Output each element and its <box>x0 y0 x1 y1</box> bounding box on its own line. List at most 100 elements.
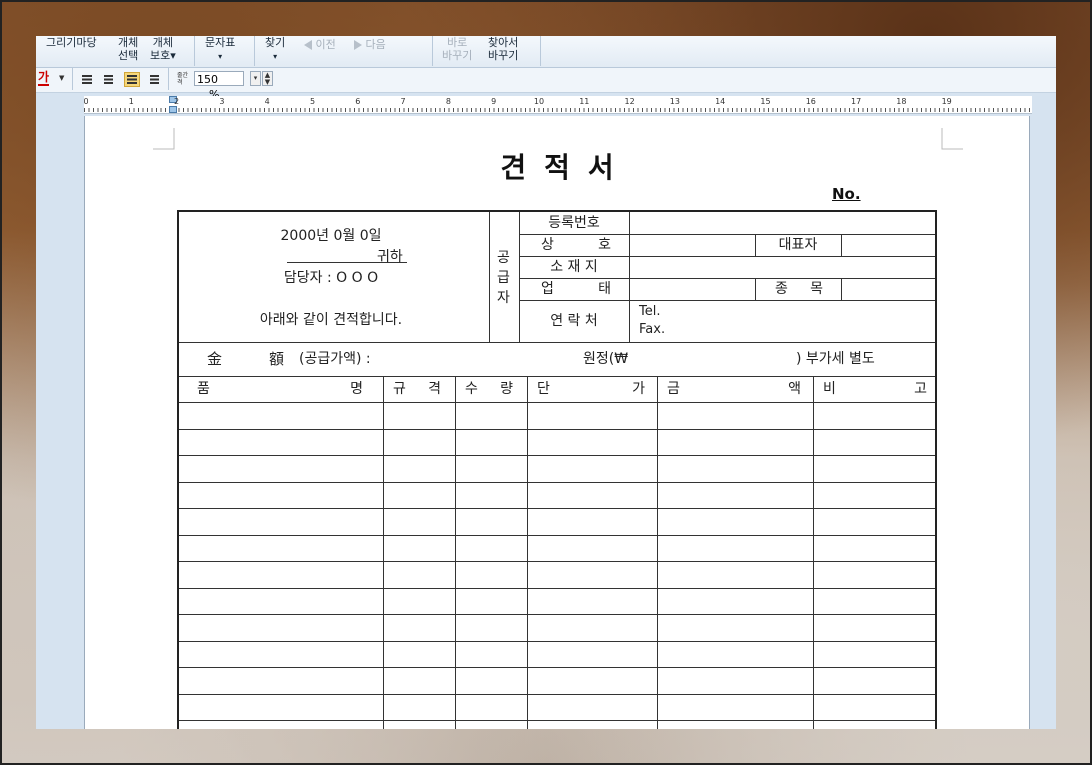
ceo-label: 대표자 <box>778 237 818 253</box>
table-divider <box>755 234 756 256</box>
label-char: 목 <box>810 281 823 297</box>
find-label: 찾기 <box>265 36 286 49</box>
column-header-item-name: 품 명 <box>197 381 363 397</box>
label-char: 단 <box>537 381 550 397</box>
find-next-button[interactable]: 다음 <box>354 39 386 50</box>
find-replace-line2: 바꾸기 <box>488 49 519 62</box>
table-divider <box>519 212 520 342</box>
label-char: 액 <box>788 381 801 397</box>
ruler-number: 1 <box>128 97 134 106</box>
ruler-number: 17 <box>851 97 862 106</box>
line-spacing-stepper[interactable]: ▲ ▼ <box>262 71 273 86</box>
table-row-line <box>179 455 935 456</box>
table-row-line <box>179 482 935 483</box>
main-toolbar: 그리기마당 개체 선택 개체 보호▾ 문자표 ▾ 찾기 ▾ 이전 다음 바로 바… <box>36 36 1056 68</box>
label-char: 종 <box>775 281 788 297</box>
draw-gallery-button[interactable]: 그리기마당 <box>46 37 97 48</box>
business-type-label: 업 태 <box>541 281 611 297</box>
label-char: 금 <box>667 381 680 397</box>
column-header-quantity: 수 량 <box>465 381 513 397</box>
ruler-number: 5 <box>309 97 316 106</box>
amount-label-sum: 額 <box>269 350 285 368</box>
estimate-statement: 아래와 같이 견적합니다. <box>259 312 403 328</box>
company-name-label: 상 호 <box>541 237 611 253</box>
fax-label: Fax. <box>639 322 666 337</box>
align-justify-icon <box>82 75 92 84</box>
format-toolbar: 가 ▼ 줄간 격 150 % ▾ ▲ ▼ <box>36 68 1056 101</box>
table-divider <box>519 256 935 257</box>
quick-replace-line1: 바로 <box>447 36 468 49</box>
date-line: 2000년 0월 0일 <box>280 228 382 244</box>
line-spacing-label: 줄간 격 <box>177 72 188 86</box>
toolbar-separator <box>432 36 433 66</box>
line-spacing-dropdown[interactable]: ▾ <box>250 71 261 86</box>
find-replace-line1: 찾아서 <box>488 36 519 49</box>
supplier-label-char: 급 <box>497 270 510 286</box>
find-button[interactable]: 찾기 ▾ <box>265 37 285 62</box>
address-label: 소 재 지 <box>550 259 598 275</box>
label-char: 수 <box>465 381 478 397</box>
editor-window: 그리기마당 개체 선택 개체 보호▾ 문자표 ▾ 찾기 ▾ 이전 다음 바로 바… <box>36 36 1056 729</box>
label-char: 가 <box>632 381 645 397</box>
indent-marker-bottom[interactable] <box>169 106 177 113</box>
line-spacing-input[interactable]: 150 % <box>194 71 244 101</box>
object-protect-line1: 개체 <box>152 36 173 49</box>
ruler-number: 6 <box>355 97 361 106</box>
label-char: 호 <box>598 237 611 253</box>
document-page[interactable]: 견적서 No. 2000년 0월 0일 귀하 담당자 : O O O 아래와 같… <box>84 116 1030 729</box>
char-color-button[interactable]: 가 <box>38 71 50 86</box>
toolbar-separator <box>194 36 195 66</box>
column-header-unit-price: 단 가 <box>537 381 645 397</box>
estimate-form-table: 2000년 0월 0일 귀하 담당자 : O O O 아래와 같이 견적합니다.… <box>177 210 937 729</box>
supplier-label-char: 공 <box>497 250 510 266</box>
supply-value-note: (공급가액) : <box>299 351 371 367</box>
column-header-spec: 규 격 <box>393 381 441 397</box>
table-divider <box>179 402 935 403</box>
align-center-icon <box>127 75 137 84</box>
char-map-label: 문자표 <box>205 36 236 49</box>
quick-replace-button[interactable]: 바로 바꾸기 <box>442 37 472 61</box>
horizontal-ruler[interactable]: 0 1 2 3 4 5 6 7 8 9 10 11 12 13 14 15 16 17 18 19 <box>83 96 1032 114</box>
ruler-number: 3 <box>219 97 225 106</box>
page-title: 견적서 <box>500 151 632 184</box>
left-align-button[interactable] <box>102 73 116 86</box>
label-char: 태 <box>598 281 611 297</box>
document-number-label: No. <box>832 185 861 203</box>
char-map-button[interactable]: 문자표 ▾ <box>205 37 235 62</box>
toolbar-separator <box>168 68 169 90</box>
ruler-number: 14 <box>715 97 726 106</box>
line-spacing-value: 150 <box>197 73 218 86</box>
object-select-line1: 개체 <box>118 36 139 49</box>
center-align-button[interactable] <box>124 72 140 87</box>
object-select-button[interactable]: 개체 선택 <box>118 37 138 61</box>
toolbar-separator <box>254 36 255 66</box>
right-align-button[interactable] <box>146 73 160 86</box>
table-divider <box>841 278 842 300</box>
find-next-label: 다음 <box>365 38 386 51</box>
chevron-down-icon[interactable]: ▼ <box>59 74 64 82</box>
label-char: 비 <box>823 381 836 397</box>
ruler-number: 19 <box>941 97 952 106</box>
ruler-number: 13 <box>669 97 680 106</box>
find-replace-button[interactable]: 찾아서 바꾸기 <box>488 37 518 61</box>
ruler-number: 2 <box>174 97 180 106</box>
column-header-remarks: 비 고 <box>823 381 927 397</box>
ruler-number: 7 <box>400 97 406 106</box>
justify-align-button[interactable] <box>80 73 94 86</box>
supplier-label: 공 급 자 <box>497 248 510 308</box>
recipient-suffix: 귀하 <box>377 249 403 265</box>
tel-label: Tel. <box>639 304 661 319</box>
table-divider <box>179 376 935 377</box>
arrow-left-icon <box>304 40 312 50</box>
table-divider <box>519 234 935 235</box>
align-right-icon <box>150 75 159 84</box>
arrow-right-icon <box>354 40 362 50</box>
ruler-number: 18 <box>896 97 907 106</box>
object-protect-button[interactable]: 개체 보호▾ <box>150 37 176 61</box>
table-divider <box>179 342 935 343</box>
find-prev-button[interactable]: 이전 <box>304 39 336 50</box>
label-char: 업 <box>541 281 554 297</box>
label-char: 량 <box>500 381 513 397</box>
table-row-line <box>179 694 935 695</box>
ruler-number: 12 <box>624 97 635 106</box>
